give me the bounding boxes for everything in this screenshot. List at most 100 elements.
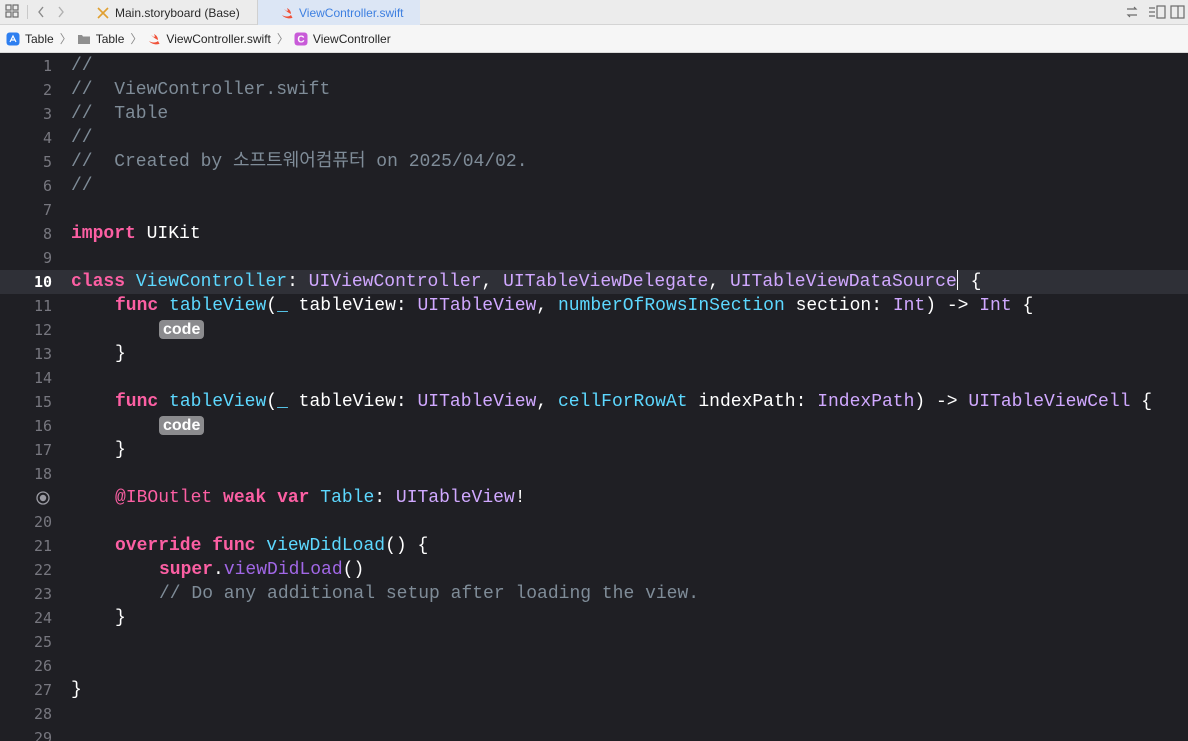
line-number: 18 <box>33 465 52 483</box>
code-line[interactable]: 25 <box>0 630 1188 654</box>
code-placeholder[interactable]: code <box>159 320 205 339</box>
code-token: { <box>1011 296 1034 316</box>
code-token: viewDidLoad <box>266 536 386 556</box>
code-text: // Table <box>71 102 168 126</box>
line-number: 9 <box>42 249 52 267</box>
code-line[interactable]: 14 <box>0 366 1188 390</box>
code-token: () { <box>385 536 429 556</box>
code-text: code <box>159 318 205 342</box>
code-token: ! <box>514 488 526 508</box>
code-line[interactable]: 28 <box>0 702 1188 726</box>
code-token: Int <box>979 296 1012 316</box>
split-editor-icon[interactable] <box>1170 4 1186 20</box>
code-token: tableView <box>169 296 267 316</box>
code-line[interactable]: 13} <box>0 342 1188 366</box>
code-line[interactable]: 9 <box>0 246 1188 270</box>
code-line[interactable]: 16 code <box>0 414 1188 438</box>
code-text: // ViewController.swift <box>71 78 330 102</box>
line-number: 16 <box>33 417 52 435</box>
code-line[interactable]: 20 <box>0 510 1188 534</box>
code-token: _ <box>277 296 288 316</box>
breadcrumb-item-file[interactable]: ViewController.swift <box>147 32 271 46</box>
code-text: } <box>115 438 126 462</box>
code-token: section: <box>784 296 893 316</box>
code-token: tableView: <box>287 392 418 412</box>
line-number: 2 <box>42 81 52 99</box>
code-token: Int <box>892 296 926 316</box>
grid-icon[interactable] <box>5 4 21 20</box>
code-line[interactable]: 15 func tableView(_ tableView: UITableVie… <box>0 390 1188 414</box>
code-line[interactable]: 12 code <box>0 318 1188 342</box>
breadcrumb-item-class[interactable]: C ViewController <box>294 32 391 46</box>
code-line[interactable]: @IBOutlet weak var Table: UITableView! <box>0 486 1188 510</box>
code-line[interactable]: 26 <box>0 654 1188 678</box>
code-placeholder[interactable]: code <box>159 416 205 435</box>
code-token: { <box>1130 392 1153 412</box>
code-token: var <box>277 488 310 508</box>
code-token: } <box>115 608 126 628</box>
code-line[interactable]: 17} <box>0 438 1188 462</box>
breadcrumb-item-project[interactable]: Table <box>6 32 54 46</box>
code-token: import <box>71 224 136 244</box>
code-token: UITableViewCell <box>968 392 1131 412</box>
code-token: _ <box>277 392 288 412</box>
code-token: // ViewController.swift <box>71 80 331 100</box>
code-token: } <box>71 680 82 700</box>
code-line[interactable]: 23 // Do any additional setup after loadi… <box>0 582 1188 606</box>
code-line[interactable]: 27} <box>0 678 1188 702</box>
code-token: // <box>71 128 93 148</box>
code-text: code <box>159 414 205 438</box>
editor-tab-bar: Main.storyboard (Base) ViewController.sw… <box>0 0 1188 25</box>
tab-main-storyboard[interactable]: Main.storyboard (Base) <box>96 0 256 25</box>
line-number: 24 <box>33 609 52 627</box>
code-line[interactable]: 21 override func viewDidLoad() { <box>0 534 1188 558</box>
code-text: // <box>71 174 93 198</box>
code-line[interactable]: 2 // ViewController.swift <box>0 78 1188 102</box>
code-token: UITableView <box>417 296 537 316</box>
chevron-left-icon[interactable] <box>36 4 52 20</box>
code-text: // <box>71 126 93 150</box>
tab-viewcontroller-swift[interactable]: ViewController.swift <box>258 0 420 25</box>
code-token: , <box>481 272 504 292</box>
code-token: indexPath: <box>687 392 818 412</box>
code-line[interactable]: 24} <box>0 606 1188 630</box>
code-token: // <box>71 56 93 76</box>
code-line[interactable]: 7 <box>0 198 1188 222</box>
code-line[interactable]: 22 super.viewDidLoad() <box>0 558 1188 582</box>
code-line[interactable]: 18 <box>0 462 1188 486</box>
code-text: // Do any additional setup after loading… <box>159 582 699 606</box>
breadcrumb-item-folder[interactable]: Table <box>77 31 125 46</box>
toolbar-divider <box>27 5 28 19</box>
code-line[interactable]: 11 func tableView(_ tableView: UITableVie… <box>0 294 1188 318</box>
project-icon <box>6 32 20 46</box>
line-number: 28 <box>33 705 52 723</box>
breadcrumb-label: ViewController <box>312 31 391 46</box>
code-token: func <box>115 296 159 316</box>
code-line[interactable]: 29 <box>0 726 1188 741</box>
code-line[interactable]: 4 // <box>0 126 1188 150</box>
line-number: 20 <box>33 513 52 531</box>
code-line[interactable]: 5 // Created by 소프트웨어컴퓨터 on 2025/04/02. <box>0 150 1188 174</box>
code-line[interactable]: 10 class ViewController: UIViewController… <box>0 270 1188 294</box>
code-line[interactable]: 6 // <box>0 174 1188 198</box>
code-line[interactable]: 1 // <box>0 54 1188 78</box>
line-number: 26 <box>33 657 52 675</box>
editor-options-icon[interactable] <box>1148 4 1166 20</box>
code-line[interactable]: 3 // Table <box>0 102 1188 126</box>
source-editor[interactable]: 1// 2 // ViewController.swift 3// Table 4//5… <box>0 54 1188 741</box>
code-token: UITableViewDataSource <box>729 272 957 292</box>
outlet-connection-icon[interactable] <box>36 491 50 505</box>
code-line[interactable]: 8 import UIKit <box>0 222 1188 246</box>
code-token: : <box>374 488 396 508</box>
code-text: } <box>115 606 126 630</box>
line-number: 15 <box>33 393 52 411</box>
code-token: weak <box>223 488 267 508</box>
chevron-right-icon[interactable] <box>56 4 72 20</box>
code-token: , <box>708 272 730 292</box>
code-token: // Created by 소프트웨어컴퓨터 on 2025/04/02. <box>71 152 528 172</box>
code-token: . <box>213 560 224 580</box>
breadcrumb-label: Table <box>95 31 125 46</box>
related-items-icon[interactable] <box>1125 4 1141 20</box>
